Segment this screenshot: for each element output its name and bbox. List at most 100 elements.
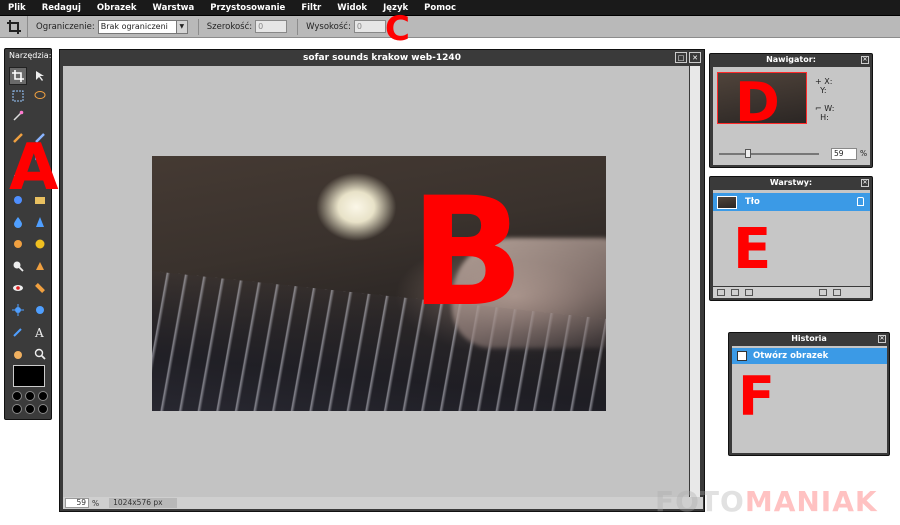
navigator-panel: Nawigator: ✕ + X: Y: ⌐ W: H: 59 % [709, 53, 873, 168]
height-input[interactable]: 0 [353, 20, 386, 33]
photo-canvas[interactable] [152, 156, 606, 411]
menu-bar: Plik Redaguj Obrazek Warstwa Przystosowa… [0, 0, 900, 16]
delete-layer-icon[interactable] [833, 289, 841, 296]
divider [297, 18, 299, 35]
color-dot[interactable] [25, 391, 35, 401]
width-label: Szerokość: [206, 21, 253, 32]
preset-colors [12, 391, 48, 414]
zoom-unit: % [92, 498, 100, 508]
close-icon[interactable]: ✕ [878, 335, 886, 343]
sharpen-tool-icon[interactable] [31, 213, 49, 231]
color-picker-icon[interactable] [9, 323, 27, 341]
vertical-scrollbar[interactable] [690, 66, 700, 498]
menu-help[interactable]: Pomoc [416, 3, 464, 13]
color-dot[interactable] [38, 391, 48, 401]
options-bar: Ograniczenie: Brak ograniczeni ▼ Szeroko… [0, 15, 900, 38]
layers-title[interactable]: Warstwy: ✕ [710, 177, 872, 189]
blur-drop-icon[interactable] [9, 213, 27, 231]
color-dot[interactable] [12, 391, 22, 401]
sponge-tool-icon[interactable] [31, 235, 49, 253]
layer-options-icon[interactable] [717, 289, 725, 296]
history-item[interactable]: Otwórz obrazek [732, 348, 887, 364]
menu-file[interactable]: Plik [0, 3, 34, 13]
canvas-area[interactable] [63, 66, 689, 498]
pinch-tool-icon[interactable] [31, 301, 49, 319]
history-item-label: Otwórz obrazek [753, 351, 829, 361]
constraint-select[interactable]: Brak ograniczeni ▼ [97, 19, 188, 34]
layers-footer [713, 287, 870, 298]
menu-filter[interactable]: Filtr [293, 3, 329, 13]
document-icon [737, 351, 747, 361]
svg-text:A: A [34, 326, 44, 338]
hand-tool-icon[interactable] [9, 345, 27, 363]
dimension-icon: ⌐ [815, 104, 822, 113]
zoom-slider[interactable] [719, 149, 819, 158]
navigator-zoom-unit: % [860, 149, 868, 158]
layer-row[interactable]: Tło [713, 193, 870, 211]
red-eye-tool-icon[interactable] [9, 279, 27, 297]
menu-layer[interactable]: Warstwa [145, 3, 203, 13]
y-label: Y: [820, 86, 827, 95]
navigator-title[interactable]: Nawigator: ✕ [710, 54, 872, 66]
color-dot[interactable] [25, 404, 35, 414]
h-label: H: [820, 113, 829, 122]
crosshair-icon: + [815, 77, 822, 86]
w-label: W: [824, 104, 835, 113]
annotation-c: C [385, 9, 410, 49]
tools-title: Narzędzia: [9, 51, 52, 60]
document-window: sofar sounds krakow web-1240 □ ✕ 59 % 10… [59, 49, 705, 512]
menu-view[interactable]: Widok [329, 3, 375, 13]
watermark-part2: MANIAK [744, 485, 878, 518]
menu-edit[interactable]: Redaguj [34, 3, 89, 13]
document-titlebar[interactable]: sofar sounds krakow web-1240 □ ✕ [60, 50, 704, 66]
move-tool-icon[interactable] [31, 67, 49, 85]
menu-image[interactable]: Obrazek [89, 3, 145, 13]
x-label: X: [824, 77, 833, 86]
close-icon[interactable]: ✕ [861, 179, 869, 187]
zoom-slider-handle[interactable] [745, 149, 751, 158]
status-bar: 59 % 1024x576 px [63, 497, 703, 509]
crop-tool-icon [0, 15, 28, 38]
annotation-e: E [733, 217, 772, 282]
window-buttons: □ ✕ [675, 52, 701, 63]
bandage-tool-icon[interactable] [31, 279, 49, 297]
bloat-tool-icon[interactable] [9, 301, 27, 319]
foreground-color-swatch[interactable] [13, 365, 45, 387]
watermark-logo: FOTOMANIAK [655, 485, 878, 518]
annotation-b: B [410, 166, 525, 340]
divider [197, 18, 199, 35]
zoom-tool-icon[interactable] [31, 345, 49, 363]
lock-icon [857, 197, 864, 206]
history-title-text: Historia [791, 334, 827, 343]
new-layer-icon[interactable] [819, 289, 827, 296]
image-size: 1024x576 px [109, 498, 177, 508]
maximize-icon[interactable]: □ [675, 52, 687, 63]
layer-style-icon[interactable] [745, 289, 753, 296]
width-input[interactable]: 0 [255, 20, 288, 33]
navigator-zoom-input[interactable]: 59 [831, 148, 857, 160]
color-dot[interactable] [12, 404, 22, 414]
marquee-tool-icon[interactable] [9, 87, 27, 105]
zoom-input[interactable]: 59 [65, 498, 89, 508]
smudge-tool-icon[interactable] [9, 235, 27, 253]
menu-adjustments[interactable]: Przystosowanie [202, 3, 293, 13]
close-icon[interactable]: ✕ [689, 52, 701, 63]
watermark-part1: FOTO [655, 485, 745, 518]
dodge-tool-icon[interactable] [9, 257, 27, 275]
chevron-down-icon[interactable]: ▼ [175, 20, 187, 33]
color-dot[interactable] [38, 404, 48, 414]
tools-panel: Narzędzia: A [4, 48, 52, 420]
close-icon[interactable]: ✕ [861, 56, 869, 64]
navigator-title-text: Nawigator: [766, 55, 816, 64]
text-tool-icon[interactable]: A [31, 323, 49, 341]
magic-wand-icon[interactable] [9, 107, 27, 125]
annotation-d: D [735, 71, 780, 134]
layer-name: Tło [745, 197, 760, 207]
crop-tool-button[interactable] [9, 67, 27, 85]
annotation-f: F [738, 365, 775, 428]
burn-tool-icon[interactable] [31, 257, 49, 275]
lasso-tool-icon[interactable] [31, 87, 49, 105]
history-title[interactable]: Historia ✕ [729, 333, 889, 345]
layer-mask-icon[interactable] [731, 289, 739, 296]
document-title: sofar sounds krakow web-1240 [303, 53, 461, 63]
